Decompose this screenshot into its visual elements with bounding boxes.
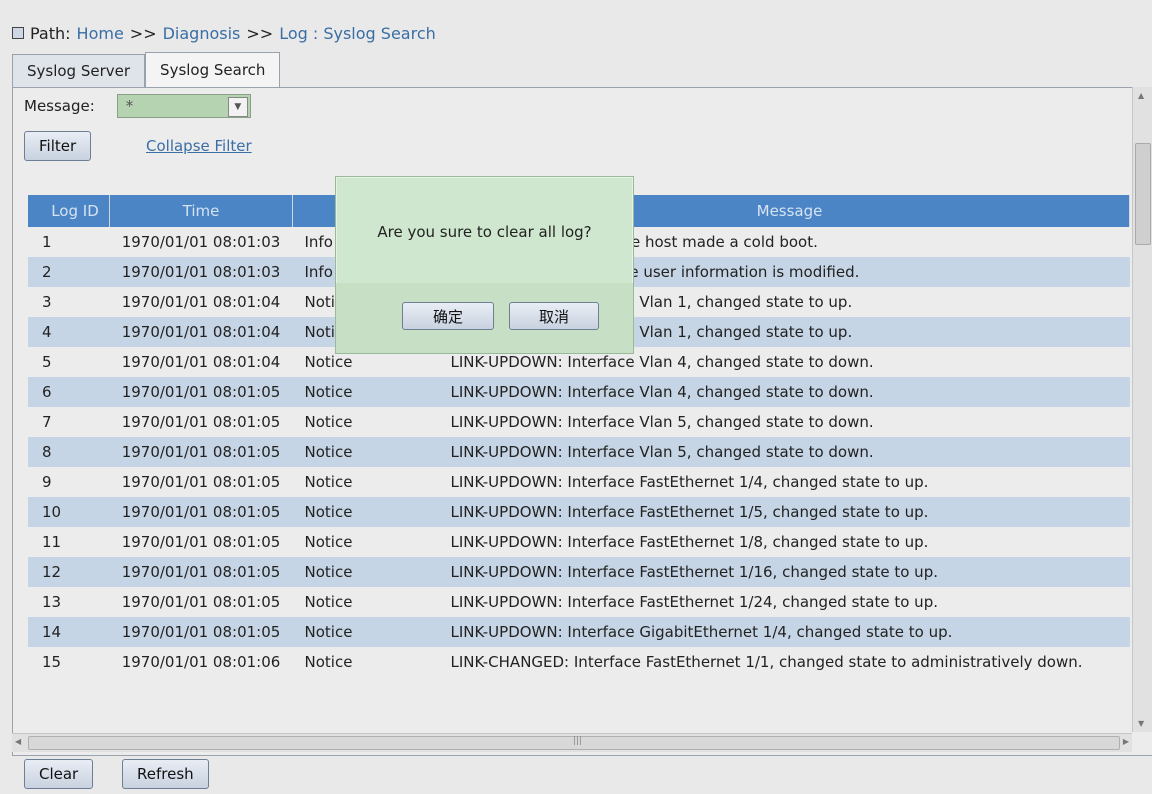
scroll-left-icon[interactable]: ◀ — [15, 737, 21, 746]
cell-log-id: 7 — [28, 407, 110, 437]
scroll-grip-icon: ||| — [573, 736, 583, 746]
cell-level: Notice — [292, 497, 439, 527]
message-select[interactable]: * ▼ — [116, 94, 251, 118]
cell-time: 1970/01/01 08:01:04 — [109, 287, 293, 317]
cell-time: 1970/01/01 08:01:05 — [109, 557, 293, 587]
cell-message: LINK-UPDOWN: Interface FastEthernet 1/16… — [438, 557, 1130, 587]
cell-time: 1970/01/01 08:01:05 — [109, 497, 293, 527]
table-row[interactable]: 10 1970/01/01 08:01:05 Notice LINK-UPDOWN: … — [28, 497, 1130, 527]
scroll-down-icon[interactable]: ▼ — [1138, 719, 1144, 728]
vertical-scrollbar[interactable]: ▲ ▼ — [1132, 87, 1152, 732]
square-icon — [12, 27, 24, 39]
breadcrumb: Path: Home >> Diagnosis >> Log : Syslog … — [12, 20, 436, 46]
dialog-cancel-button[interactable]: 取消 — [509, 302, 599, 330]
cell-log-id: 11 — [28, 527, 110, 557]
cell-log-id: 1 — [28, 227, 110, 257]
breadcrumb-separator: >> — [246, 23, 274, 43]
cell-message: LINK-UPDOWN: Interface GigabitEthernet 1… — [438, 617, 1130, 647]
breadcrumb-colon: : — [307, 23, 324, 43]
scroll-right-icon[interactable]: ▶ — [1123, 737, 1129, 746]
table-row[interactable]: 6 1970/01/01 08:01:05 Notice LINK-UPDOWN: I… — [28, 377, 1130, 407]
cell-message: LINK-UPDOWN: Interface Vlan 4, changed s… — [438, 377, 1130, 407]
table-row[interactable]: 12 1970/01/01 08:01:05 Notice LINK-UPDOWN: … — [28, 557, 1130, 587]
cell-log-id: 5 — [28, 347, 110, 377]
cell-time: 1970/01/01 08:01:06 — [109, 647, 293, 677]
tab-syslog-server[interactable]: Syslog Server — [12, 54, 146, 87]
cell-time: 1970/01/01 08:01:05 — [109, 407, 293, 437]
scroll-up-icon[interactable]: ▲ — [1138, 91, 1144, 100]
cell-time: 1970/01/01 08:01:05 — [109, 527, 293, 557]
message-filter-row: Message: * ▼ — [24, 94, 251, 118]
cell-time: 1970/01/01 08:01:05 — [109, 377, 293, 407]
cell-level: Notice — [292, 437, 439, 467]
cell-level: Notice — [292, 647, 439, 677]
cell-log-id: 4 — [28, 317, 110, 347]
table-row[interactable]: 13 1970/01/01 08:01:05 Notice LINK-UPDOWN: … — [28, 587, 1130, 617]
dialog-message: Are you sure to clear all log? — [377, 223, 592, 241]
cell-log-id: 10 — [28, 497, 110, 527]
column-header-time[interactable]: Time — [109, 195, 293, 227]
breadcrumb-diagnosis-link[interactable]: Diagnosis — [163, 24, 241, 43]
cell-level: Notice — [292, 407, 439, 437]
horizontal-scrollbar[interactable]: ◀ ||| ▶ — [12, 733, 1132, 752]
cell-log-id: 2 — [28, 257, 110, 287]
message-label: Message: — [24, 97, 95, 115]
breadcrumb-separator: >> — [129, 23, 157, 43]
dialog-ok-button[interactable]: 确定 — [402, 302, 494, 330]
cell-log-id: 12 — [28, 557, 110, 587]
collapse-filter-link[interactable]: Collapse Filter — [146, 137, 252, 155]
tab-syslog-search[interactable]: Syslog Search — [145, 52, 281, 87]
breadcrumb-current: Syslog Search — [323, 23, 436, 43]
cell-log-id: 9 — [28, 467, 110, 497]
clear-button[interactable]: Clear — [24, 759, 94, 789]
table-row[interactable]: 14 1970/01/01 08:01:05 Notice LINK-UPDOWN: … — [28, 617, 1130, 647]
cell-time: 1970/01/01 08:01:05 — [109, 587, 293, 617]
cell-log-id: 14 — [28, 617, 110, 647]
cell-level: Notice — [292, 617, 439, 647]
cell-message: LINK-UPDOWN: Interface FastEthernet 1/8,… — [438, 527, 1130, 557]
cell-time: 1970/01/01 08:01:04 — [109, 317, 293, 347]
cell-log-id: 8 — [28, 437, 110, 467]
cell-message: LINK-CHANGED: Interface FastEthernet 1/1… — [438, 647, 1130, 677]
cell-log-id: 6 — [28, 377, 110, 407]
table-row[interactable]: 15 1970/01/01 08:01:06 Notice LINK-CHANGED:… — [28, 647, 1130, 677]
cell-message: LINK-UPDOWN: Interface Vlan 5, changed s… — [438, 407, 1130, 437]
chevron-down-icon[interactable]: ▼ — [227, 97, 248, 117]
cell-level: Notice — [292, 377, 439, 407]
cell-message: LINK-UPDOWN: Interface FastEthernet 1/24… — [438, 587, 1130, 617]
cell-log-id: 13 — [28, 587, 110, 617]
cell-time: 1970/01/01 08:01:03 — [109, 257, 293, 287]
cell-message: LINK-UPDOWN: Interface FastEthernet 1/5,… — [438, 497, 1130, 527]
breadcrumb-log-link[interactable]: Log — [279, 24, 308, 43]
cell-message: LINK-UPDOWN: Interface Vlan 5, changed s… — [438, 437, 1130, 467]
refresh-button[interactable]: Refresh — [122, 759, 209, 789]
filter-button[interactable]: Filter — [24, 131, 92, 161]
cell-log-id: 3 — [28, 287, 110, 317]
column-header-log-id[interactable]: Log ID — [28, 195, 110, 227]
cell-level: Notice — [292, 587, 439, 617]
message-select-value: * — [125, 97, 134, 115]
table-row[interactable]: 9 1970/01/01 08:01:05 Notice LINK-UPDOWN: I… — [28, 467, 1130, 497]
cell-time: 1970/01/01 08:01:04 — [109, 347, 293, 377]
cell-message: LINK-UPDOWN: Interface FastEthernet 1/4,… — [438, 467, 1130, 497]
table-row[interactable]: 7 1970/01/01 08:01:05 Notice LINK-UPDOWN: I… — [28, 407, 1130, 437]
cell-level: Notice — [292, 467, 439, 497]
vertical-scroll-thumb[interactable] — [1135, 143, 1151, 245]
cell-time: 1970/01/01 08:01:05 — [109, 617, 293, 647]
cell-time: 1970/01/01 08:01:03 — [109, 227, 293, 257]
cell-time: 1970/01/01 08:01:05 — [109, 467, 293, 497]
cell-time: 1970/01/01 08:01:05 — [109, 437, 293, 467]
cell-level: Notice — [292, 527, 439, 557]
table-row[interactable]: 8 1970/01/01 08:01:05 Notice LINK-UPDOWN: I… — [28, 437, 1130, 467]
cell-level: Notice — [292, 557, 439, 587]
tab-bar: Syslog Server Syslog Search — [12, 52, 281, 88]
cell-log-id: 15 — [28, 647, 110, 677]
breadcrumb-label: Path: — [30, 23, 71, 43]
table-row[interactable]: 11 1970/01/01 08:01:05 Notice LINK-UPDOWN: … — [28, 527, 1130, 557]
breadcrumb-home-link[interactable]: Home — [77, 24, 124, 43]
